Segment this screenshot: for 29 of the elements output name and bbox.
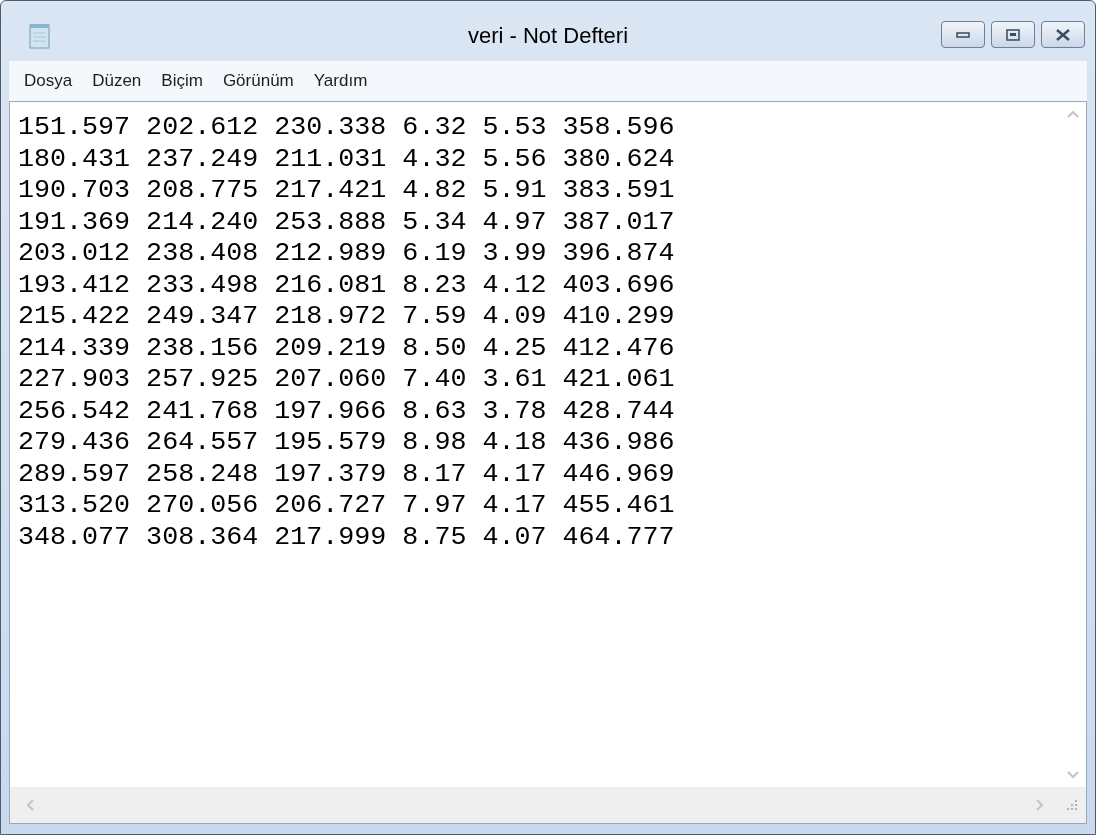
horizontal-scrollbar[interactable] — [10, 787, 1086, 823]
menu-item[interactable]: Düzen — [89, 68, 145, 94]
text-line: 193.412 233.498 216.081 8.23 4.12 403.696 — [18, 269, 675, 301]
close-icon — [1055, 28, 1071, 41]
text-line: 289.597 258.248 197.379 8.17 4.17 446.969 — [18, 458, 675, 490]
text-line: 203.012 238.408 212.989 6.19 3.99 396.874 — [18, 238, 675, 270]
menu-item[interactable]: Biçim — [158, 68, 206, 94]
notepad-icon — [29, 23, 51, 49]
maximize-icon — [1006, 28, 1020, 41]
text-line: 256.542 241.768 197.966 8.63 3.78 428.744 — [18, 395, 675, 427]
minimize-button[interactable] — [941, 21, 985, 48]
text-line: 151.597 202.612 230.338 6.32 5.53 358.596 — [18, 112, 675, 144]
text-line: 190.703 208.775 217.421 4.82 5.91 383.591 — [18, 175, 675, 207]
text-line: 313.520 270.056 206.727 7.97 4.17 455.461 — [18, 490, 675, 522]
maximize-button[interactable] — [991, 21, 1035, 48]
text-line: 191.369 214.240 253.888 5.34 4.97 387.017 — [18, 206, 675, 238]
menu-item[interactable]: Yardım — [310, 68, 371, 94]
resize-grip-icon[interactable] — [1066, 799, 1078, 811]
text-line: 227.903 257.925 207.060 7.40 3.61 421.061 — [18, 364, 675, 396]
menu-item[interactable]: Dosya — [21, 68, 76, 94]
minimize-icon — [956, 31, 970, 38]
close-button[interactable] — [1041, 21, 1085, 48]
window-title: veri - Not Defteri — [467, 21, 629, 50]
text-line: 214.339 238.156 209.219 8.50 4.25 412.476 — [18, 332, 675, 364]
text-line: 348.077 308.364 217.999 8.75 4.07 464.777 — [18, 521, 675, 553]
text-line: 279.436 264.557 195.579 8.98 4.18 436.986 — [18, 427, 675, 459]
menu-item[interactable]: Görünüm — [219, 68, 297, 94]
text-line: 180.431 237.249 211.031 4.32 5.56 380.624 — [18, 143, 675, 175]
text-line: 215.422 249.347 218.972 7.59 4.09 410.299 — [18, 301, 675, 333]
